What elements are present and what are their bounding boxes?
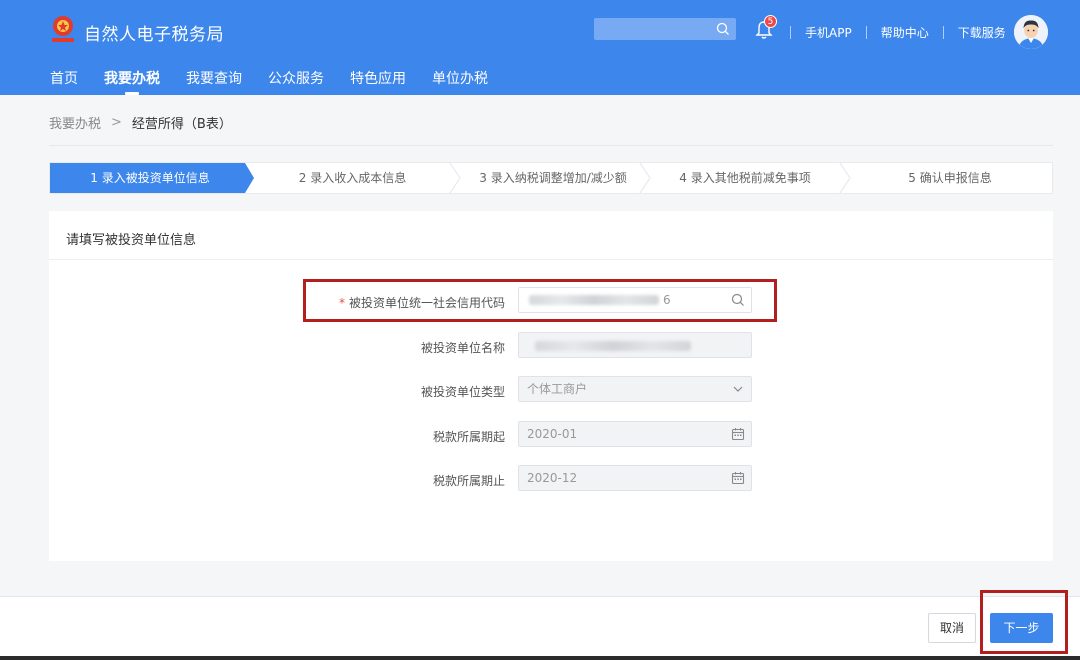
highlight-next-button	[980, 590, 1068, 654]
step-3: 3 录入纳税调整增加/减少额	[479, 171, 627, 185]
search-icon[interactable]	[716, 22, 730, 36]
step-4: 4 录入其他税前减免事项	[679, 171, 811, 185]
nav-query[interactable]: 我要查询	[186, 68, 242, 95]
nav-unit-tax[interactable]: 单位办税	[432, 68, 488, 95]
notification-badge: 5	[764, 15, 777, 28]
nav-public-service[interactable]: 公众服务	[268, 68, 324, 95]
breadcrumb-separator: >	[111, 115, 122, 130]
unit-name-label: 被投资单位名称	[420, 341, 505, 355]
footer-bar	[0, 596, 1080, 660]
redacted-value	[535, 341, 691, 351]
divider	[49, 145, 1053, 146]
breadcrumb-current: 经营所得（B表）	[131, 117, 232, 132]
unit-type-select[interactable]: 个体工商户	[518, 376, 752, 402]
unit-type-value: 个体工商户	[527, 382, 588, 396]
breadcrumb: 我要办税 > 经营所得（B表）	[49, 113, 232, 132]
period-start-picker[interactable]: 2020-01	[518, 421, 752, 447]
nav-home[interactable]: 首页	[50, 68, 78, 95]
nav-handle-tax[interactable]: 我要办税	[104, 68, 160, 95]
cancel-button[interactable]: 取消	[928, 613, 976, 643]
breadcrumb-parent[interactable]: 我要办税	[49, 113, 101, 132]
tax-emblem-logo	[52, 16, 74, 42]
period-end-label: 税款所属期止	[432, 474, 505, 488]
header-links: 手机APP 帮助中心 下载服务	[790, 24, 1020, 40]
highlight-credit-code	[303, 279, 777, 322]
divider	[49, 259, 1053, 260]
main-nav: 首页 我要办税 我要查询 公众服务 特色应用 单位办税	[50, 68, 514, 95]
period-end-value: 2020-12	[527, 471, 578, 485]
step-2: 2 录入收入成本信息	[298, 171, 407, 185]
calendar-icon[interactable]	[731, 427, 745, 441]
help-center-link[interactable]: 帮助中心	[867, 24, 943, 41]
step-indicator: 1 录入被投资单位信息 2 录入收入成本信息 3 录入纳税调整增加/减少额 4 …	[49, 162, 1053, 194]
chevron-down-icon[interactable]	[731, 382, 745, 396]
avatar-icon	[1014, 15, 1048, 49]
top-header: 自然人电子税务局 5 手机APP 帮助中心 下载服务 首页 我要办税 我要查询 …	[0, 0, 1080, 95]
header-search-input[interactable]	[594, 18, 736, 40]
unit-type-label: 被投资单位类型	[420, 385, 505, 399]
download-service-link[interactable]: 下载服务	[944, 24, 1020, 41]
form-title: 请填写被投资单位信息	[66, 233, 197, 248]
period-start-value: 2020-01	[527, 427, 578, 441]
app-title: 自然人电子税务局	[84, 25, 224, 45]
step-5: 5 确认申报信息	[908, 171, 992, 185]
step-1: 1 录入被投资单位信息	[90, 171, 210, 185]
unit-name-field	[518, 332, 752, 358]
bottom-edge	[0, 656, 1080, 660]
mobile-app-link[interactable]: 手机APP	[791, 24, 866, 41]
calendar-icon[interactable]	[731, 471, 745, 485]
nav-featured-apps[interactable]: 特色应用	[350, 68, 406, 95]
user-avatar[interactable]	[1014, 15, 1048, 49]
period-start-label: 税款所属期起	[432, 430, 505, 444]
period-end-picker[interactable]: 2020-12	[518, 465, 752, 491]
